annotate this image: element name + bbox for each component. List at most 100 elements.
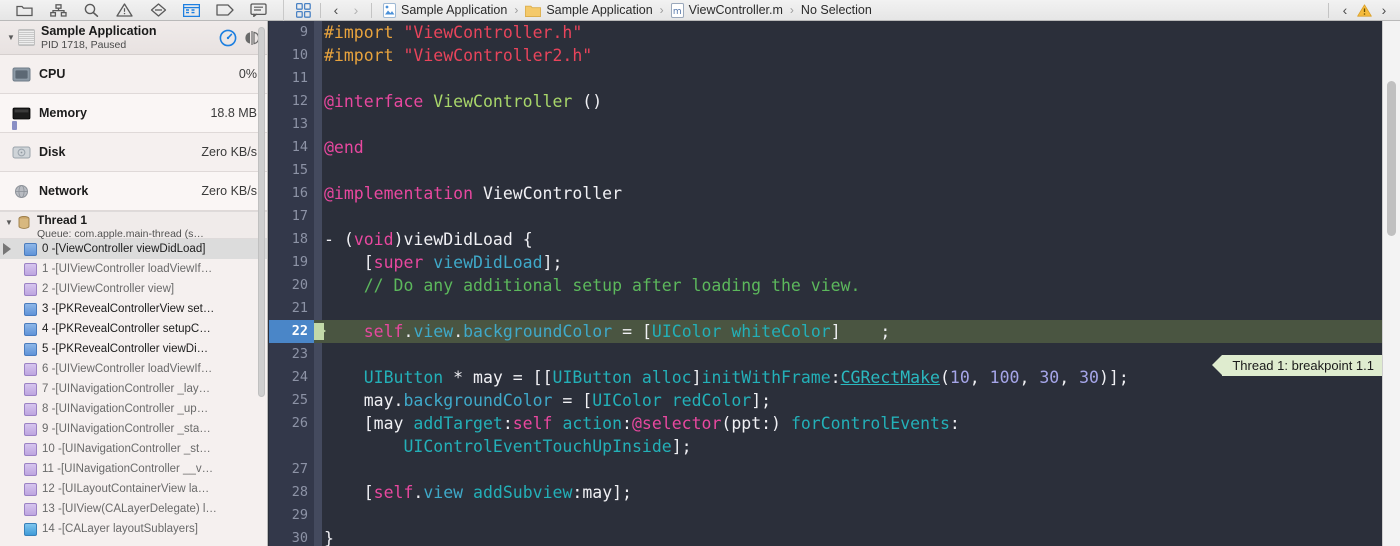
breadcrumb-item-folder[interactable]: Sample Application — [525, 3, 653, 17]
code-line[interactable]: 18- (void)viewDidLoad { — [269, 228, 1382, 251]
code-text[interactable]: may.backgroundColor = [UIColor redColor]… — [314, 389, 1382, 412]
line-number[interactable]: 14 — [269, 136, 314, 159]
speedometer-icon[interactable] — [219, 29, 237, 47]
line-number[interactable]: 20 — [269, 274, 314, 297]
gauge-row-network[interactable]: Network Zero KB/s — [0, 172, 267, 211]
line-number[interactable]: 17 — [269, 205, 314, 228]
process-header[interactable]: ▼ Sample Application PID 1718, Paused — [0, 21, 267, 55]
diamond-icon[interactable] — [149, 3, 168, 18]
line-number[interactable]: 9 — [269, 21, 314, 44]
stack-frame-row[interactable]: 13 -[UIView(CALayerDelegate) l… — [0, 499, 267, 519]
message-icon[interactable] — [249, 3, 268, 18]
debug-navigator-sidebar[interactable]: ▼ Sample Application PID 1718, Paused CP… — [0, 21, 268, 546]
debug-gauge-icon[interactable] — [182, 3, 201, 18]
stack-frame-row[interactable]: 2 -[UIViewController view] — [0, 279, 267, 299]
code-line[interactable]: 27 — [269, 458, 1382, 481]
stack-frame-row[interactable]: 5 -[PKRevealController viewDi… — [0, 339, 267, 359]
line-number[interactable]: 13 — [269, 113, 314, 136]
code-line[interactable]: 9 #import "ViewController.h" — [269, 21, 1382, 44]
code-text[interactable]: @end — [314, 136, 1382, 159]
editor-forward-button[interactable]: › — [1374, 3, 1394, 17]
warning-triangle-icon[interactable] — [1355, 3, 1374, 18]
line-number[interactable]: 19 — [269, 251, 314, 274]
chevron-down-icon[interactable]: ▼ — [4, 33, 18, 42]
code-line[interactable]: 20 // Do any additional setup after load… — [269, 274, 1382, 297]
stack-frame-row[interactable]: 8 -[UINavigationController _up… — [0, 399, 267, 419]
code-line-breakpoint[interactable]: 22 self.view.backgroundColor = [UIColor … — [269, 320, 1382, 343]
gauge-row-memory[interactable]: Memory 18.8 MB — [0, 94, 267, 133]
stack-frame-row[interactable]: 10 -[UINavigationController _st… — [0, 439, 267, 459]
gauge-row-cpu[interactable]: CPU 0% — [0, 55, 267, 94]
code-line[interactable]: 14 @end — [269, 136, 1382, 159]
code-line[interactable]: 10 #import "ViewController2.h" — [269, 44, 1382, 67]
code-line[interactable]: 26 [may addTarget:self action:@selector(… — [269, 412, 1382, 435]
code-lines[interactable]: 9 #import "ViewController.h" 10 #import "Vi… — [269, 21, 1382, 546]
stack-frame-row[interactable]: 14 -[CALayer layoutSublayers] — [0, 519, 267, 539]
code-text[interactable]: UIControlEventTouchUpInside]; — [314, 435, 1382, 458]
stack-frame-row[interactable]: 11 -[UINavigationController __v… — [0, 459, 267, 479]
code-text[interactable]: // Do any additional setup after loading… — [314, 274, 1382, 297]
line-number[interactable]: 12 — [269, 90, 314, 113]
line-number[interactable]: 28 — [269, 481, 314, 504]
code-text[interactable]: - (void)viewDidLoad { — [314, 228, 1382, 251]
stack-frame-row[interactable]: 0 -[ViewController viewDidLoad] — [0, 239, 267, 259]
line-number[interactable]: 29 — [269, 504, 314, 527]
code-line[interactable]: UIControlEventTouchUpInside]; — [269, 435, 1382, 458]
grid-icon[interactable] — [291, 2, 315, 18]
code-text[interactable]: @interface ViewController () — [314, 90, 1382, 113]
code-line[interactable]: 28 [self.view addSubview:may]; — [269, 481, 1382, 504]
editor-scrollbar-track[interactable] — [1382, 21, 1400, 546]
navigator-selector-bar[interactable] — [0, 0, 284, 21]
breadcrumb-item-project[interactable]: Sample Application — [383, 2, 507, 18]
gauge-row-disk[interactable]: Disk Zero KB/s — [0, 133, 267, 172]
stack-frame-row[interactable]: 9 -[UINavigationController _sta… — [0, 419, 267, 439]
code-line[interactable]: 25 may.backgroundColor = [UIColor redCol… — [269, 389, 1382, 412]
editor-back-button[interactable]: ‹ — [1335, 3, 1355, 17]
code-line[interactable]: 29 — [269, 504, 1382, 527]
code-line[interactable]: 12 @interface ViewController () — [269, 90, 1382, 113]
code-line[interactable]: 16 @implementation ViewController — [269, 182, 1382, 205]
code-text[interactable]: } — [314, 527, 1382, 546]
stack-frame-row[interactable]: 1 -[UIViewController loadViewIf… — [0, 259, 267, 279]
code-text[interactable]: #import "ViewController.h" — [314, 21, 1382, 44]
warning-triangle-icon[interactable] — [115, 3, 134, 18]
sidebar-scrollbar[interactable] — [258, 27, 265, 397]
code-text[interactable]: @implementation ViewController — [314, 182, 1382, 205]
line-number[interactable]: 21 — [269, 297, 314, 320]
breadcrumb-item-selection[interactable]: No Selection — [801, 3, 872, 17]
line-number[interactable]: 15 — [269, 159, 314, 182]
code-line[interactable]: 11 — [269, 67, 1382, 90]
tag-icon[interactable] — [215, 3, 234, 18]
source-editor[interactable]: 9 #import "ViewController.h" 10 #import "Vi… — [269, 21, 1382, 546]
code-text[interactable]: [self.view addSubview:may]; — [314, 481, 1382, 504]
line-number[interactable]: 27 — [269, 458, 314, 481]
hierarchy-icon[interactable] — [49, 3, 68, 18]
stack-frame-row[interactable]: 12 -[UILayoutContainerView la… — [0, 479, 267, 499]
thread-header[interactable]: ▼ Thread 1 Queue: com.apple.main-thread … — [0, 211, 267, 240]
back-button[interactable]: ‹ — [326, 3, 346, 17]
folder-icon[interactable] — [15, 3, 34, 18]
code-text[interactable]: self.view.backgroundColor = [UIColor whi… — [314, 320, 1382, 343]
stack-frame-row[interactable]: 4 -[PKRevealController setupC… — [0, 319, 267, 339]
code-line[interactable]: 21 — [269, 297, 1382, 320]
code-text[interactable]: #import "ViewController2.h" — [314, 44, 1382, 67]
line-number[interactable]: 24 — [269, 366, 314, 389]
chevron-down-icon[interactable]: ▼ — [2, 213, 16, 227]
line-number[interactable]: 11 — [269, 67, 314, 90]
code-line[interactable]: 19 [super viewDidLoad]; — [269, 251, 1382, 274]
line-number[interactable]: 10 — [269, 44, 314, 67]
breadcrumb-item-file[interactable]: m ViewController.m — [670, 2, 783, 18]
line-number[interactable]: 16 — [269, 182, 314, 205]
code-line[interactable]: 15 — [269, 159, 1382, 182]
line-number[interactable]: 26 — [269, 412, 314, 435]
line-number[interactable]: 18 — [269, 228, 314, 251]
code-line[interactable]: 17 — [269, 205, 1382, 228]
editor-scrollbar-thumb[interactable] — [1387, 81, 1396, 236]
search-icon[interactable] — [82, 3, 101, 18]
line-number[interactable]: 22 — [269, 320, 314, 343]
stack-frame-row[interactable]: 7 -[UINavigationController _lay… — [0, 379, 267, 399]
forward-button[interactable]: › — [346, 3, 366, 17]
code-line[interactable]: 30} — [269, 527, 1382, 546]
code-text[interactable]: [may addTarget:self action:@selector(ppt… — [314, 412, 1382, 435]
line-number[interactable]: 23 — [269, 343, 314, 366]
